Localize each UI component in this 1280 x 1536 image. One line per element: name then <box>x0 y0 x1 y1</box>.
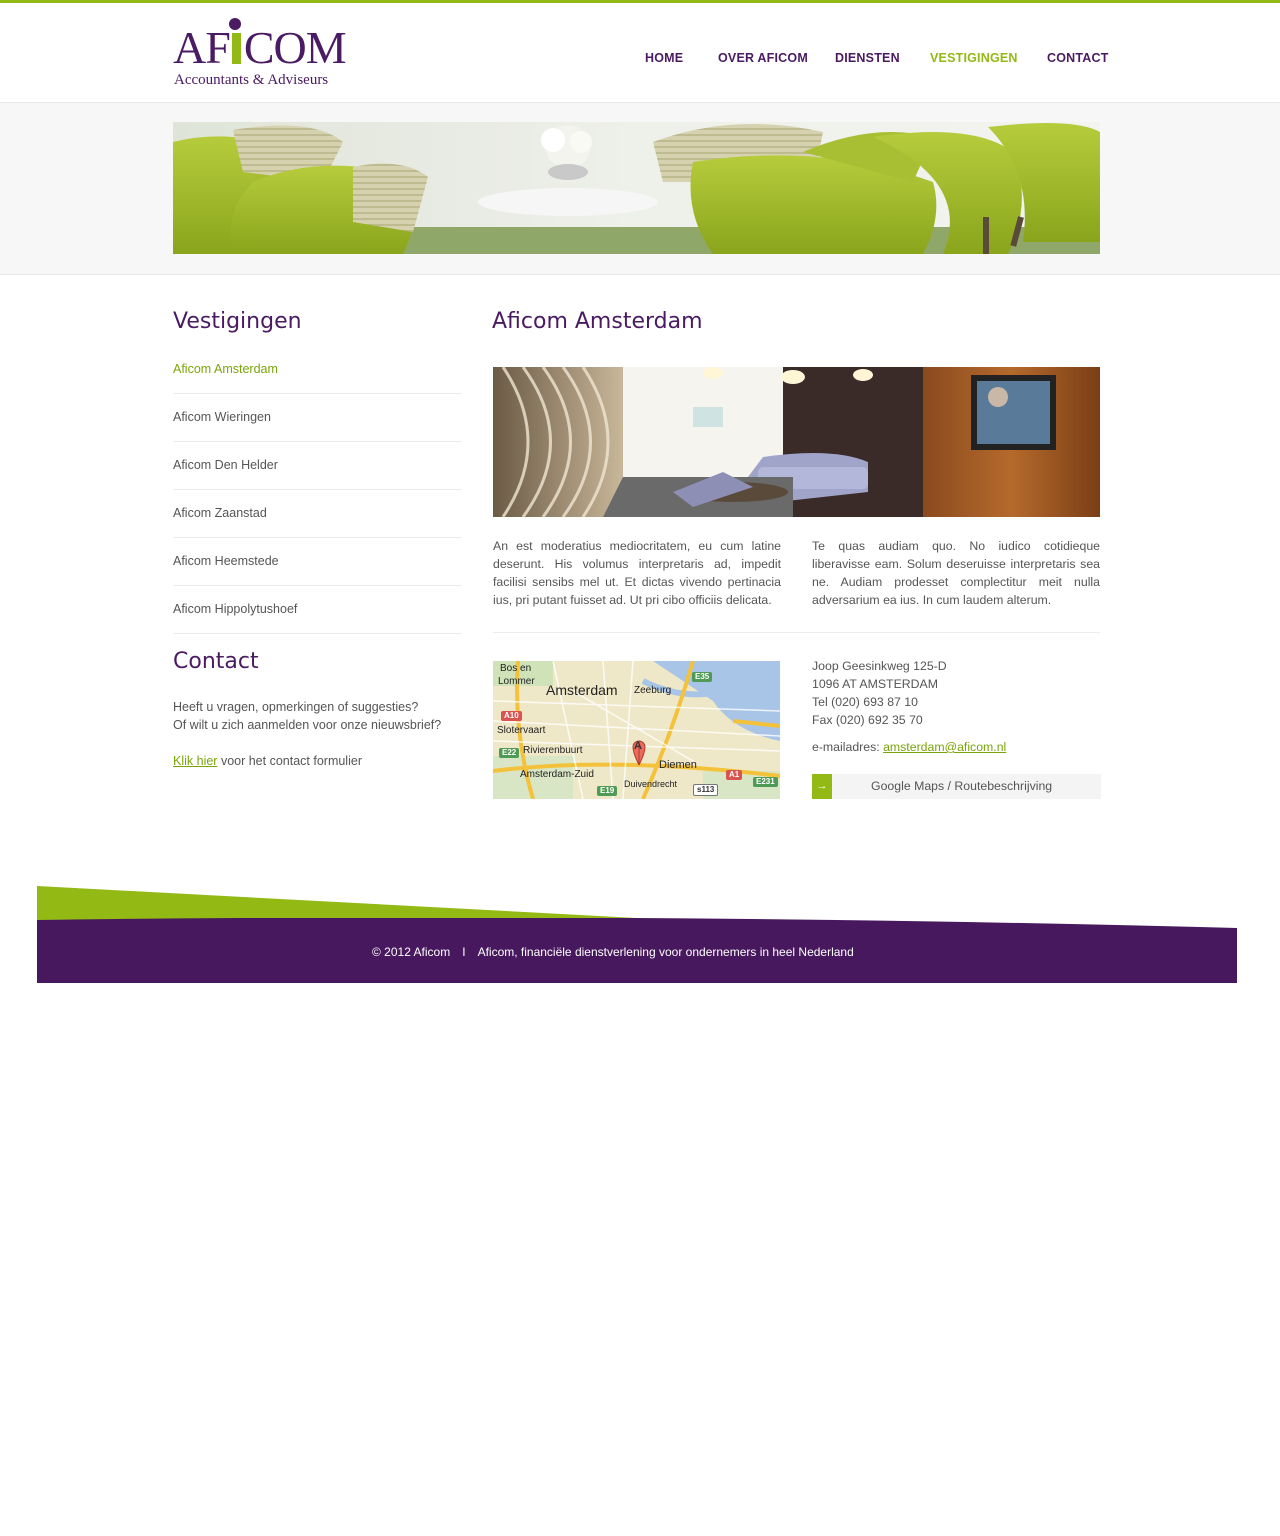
intro-column-right: Te quas audiam quo. No iudico cotidieque… <box>812 539 1100 607</box>
footer-separator: I <box>462 945 466 959</box>
sidebar-title: Vestigingen <box>173 309 302 334</box>
sidebar-item-hippolytushoef[interactable]: Aficom Hippolytushoef <box>173 586 461 634</box>
aficom-logo[interactable]: AF COM Accountants & Adviseurs <box>173 17 347 93</box>
contact-title: Contact <box>173 649 259 674</box>
nav-vestigingen[interactable]: VESTIGINGEN <box>930 51 1018 65</box>
google-maps-label: Google Maps / Routebeschrijving <box>871 779 1053 793</box>
contact-line-1: Heeft u vragen, opmerkingen of suggestie… <box>173 700 419 714</box>
nav-over-aficom[interactable]: OVER AFICOM <box>718 51 808 65</box>
location-map[interactable]: Bos en Lommer Amsterdam Zeeburg E35 A10 … <box>493 661 780 799</box>
contact-block: Heeft u vragen, opmerkingen of suggestie… <box>173 698 473 770</box>
banner-image <box>173 122 1100 254</box>
footer-copyright: © 2012 Aficom <box>372 945 451 959</box>
map-road-e35: E35 <box>692 672 713 682</box>
map-label-zeeburg: Zeeburg <box>634 685 672 696</box>
footer-tagline: Aficom, financiële dienstverlening voor … <box>477 945 854 959</box>
map-road-e19: E19 <box>597 786 618 796</box>
locations-list: Aficom Amsterdam Aficom Wieringen Aficom… <box>173 346 461 634</box>
map-road-e231: E231 <box>753 777 778 787</box>
nav-contact[interactable]: CONTACT <box>1047 51 1109 65</box>
map-label-diemen: Diemen <box>659 759 697 771</box>
address-block: Joop Geesinkweg 125-D 1096 AT AMSTERDAM … <box>812 657 947 729</box>
intro-column-left: An est moderatius mediocritatem, eu cum … <box>493 539 781 607</box>
map-label-amsterdam: Amsterdam <box>546 682 618 698</box>
email-label: e-mailadres: <box>812 740 884 754</box>
nav-diensten[interactable]: DIENSTEN <box>835 51 900 65</box>
map-marker-label: A <box>634 740 642 752</box>
map-label-amsterdam-zuid: Amsterdam-Zuid <box>520 769 594 780</box>
content-divider <box>493 632 1100 633</box>
address-street: Joop Geesinkweg 125-D <box>812 659 947 673</box>
map-road-a10: A10 <box>501 711 522 721</box>
address-tel: Tel (020) 693 87 10 <box>812 695 918 709</box>
map-road-s113: s113 <box>693 784 719 796</box>
contact-link-line: Klik hier voor het contact formulier <box>173 752 473 770</box>
contact-link-suffix: voor het contact formulier <box>217 754 362 768</box>
nav-home[interactable]: HOME <box>645 51 683 65</box>
sidebar-item-den-helder[interactable]: Aficom Den Helder <box>173 442 461 490</box>
logo-tagline: Accountants & Adviseurs <box>174 72 329 88</box>
email-row: e-mailadres: amsterdam@aficom.nl <box>812 740 1006 754</box>
site-header: AF COM Accountants & Adviseurs HOME OVER … <box>0 3 1280 103</box>
map-label-slotervaart: Slotervaart <box>497 725 546 736</box>
sidebar-item-amsterdam[interactable]: Aficom Amsterdam <box>173 346 461 394</box>
logo-wordmark: AF COM <box>173 22 347 73</box>
office-photo <box>493 367 1100 517</box>
sidebar-item-zaanstad[interactable]: Aficom Zaanstad <box>173 490 461 538</box>
footer-text: © 2012 Aficom I Aficom, financiële dienstv… <box>372 945 854 959</box>
google-maps-button[interactable]: → Google Maps / Routebeschrijving <box>812 774 1101 799</box>
contact-form-link[interactable]: Klik hier <box>173 754 217 768</box>
sidebar-item-wieringen[interactable]: Aficom Wieringen <box>173 394 461 442</box>
map-label-bos: Bos en <box>500 663 532 674</box>
address-fax: Fax (020) 692 35 70 <box>812 713 923 727</box>
map-road-a1: A1 <box>726 770 743 780</box>
map-label-duivendrecht: Duivendrecht <box>624 779 678 789</box>
arrow-right-icon: → <box>812 774 832 799</box>
sidebar-item-heemstede[interactable]: Aficom Heemstede <box>173 538 461 586</box>
map-road-e22: E22 <box>499 748 520 758</box>
address-city: 1096 AT AMSTERDAM <box>812 677 938 691</box>
page-title: Aficom Amsterdam <box>492 309 703 334</box>
contact-line-2: Of wilt u zich aanmelden voor onze nieuw… <box>173 718 442 732</box>
map-label-rivierenbuurt: Rivierenbuurt <box>523 745 583 756</box>
email-link[interactable]: amsterdam@aficom.nl <box>883 740 1006 754</box>
map-label-lommer: Lommer <box>498 676 535 687</box>
